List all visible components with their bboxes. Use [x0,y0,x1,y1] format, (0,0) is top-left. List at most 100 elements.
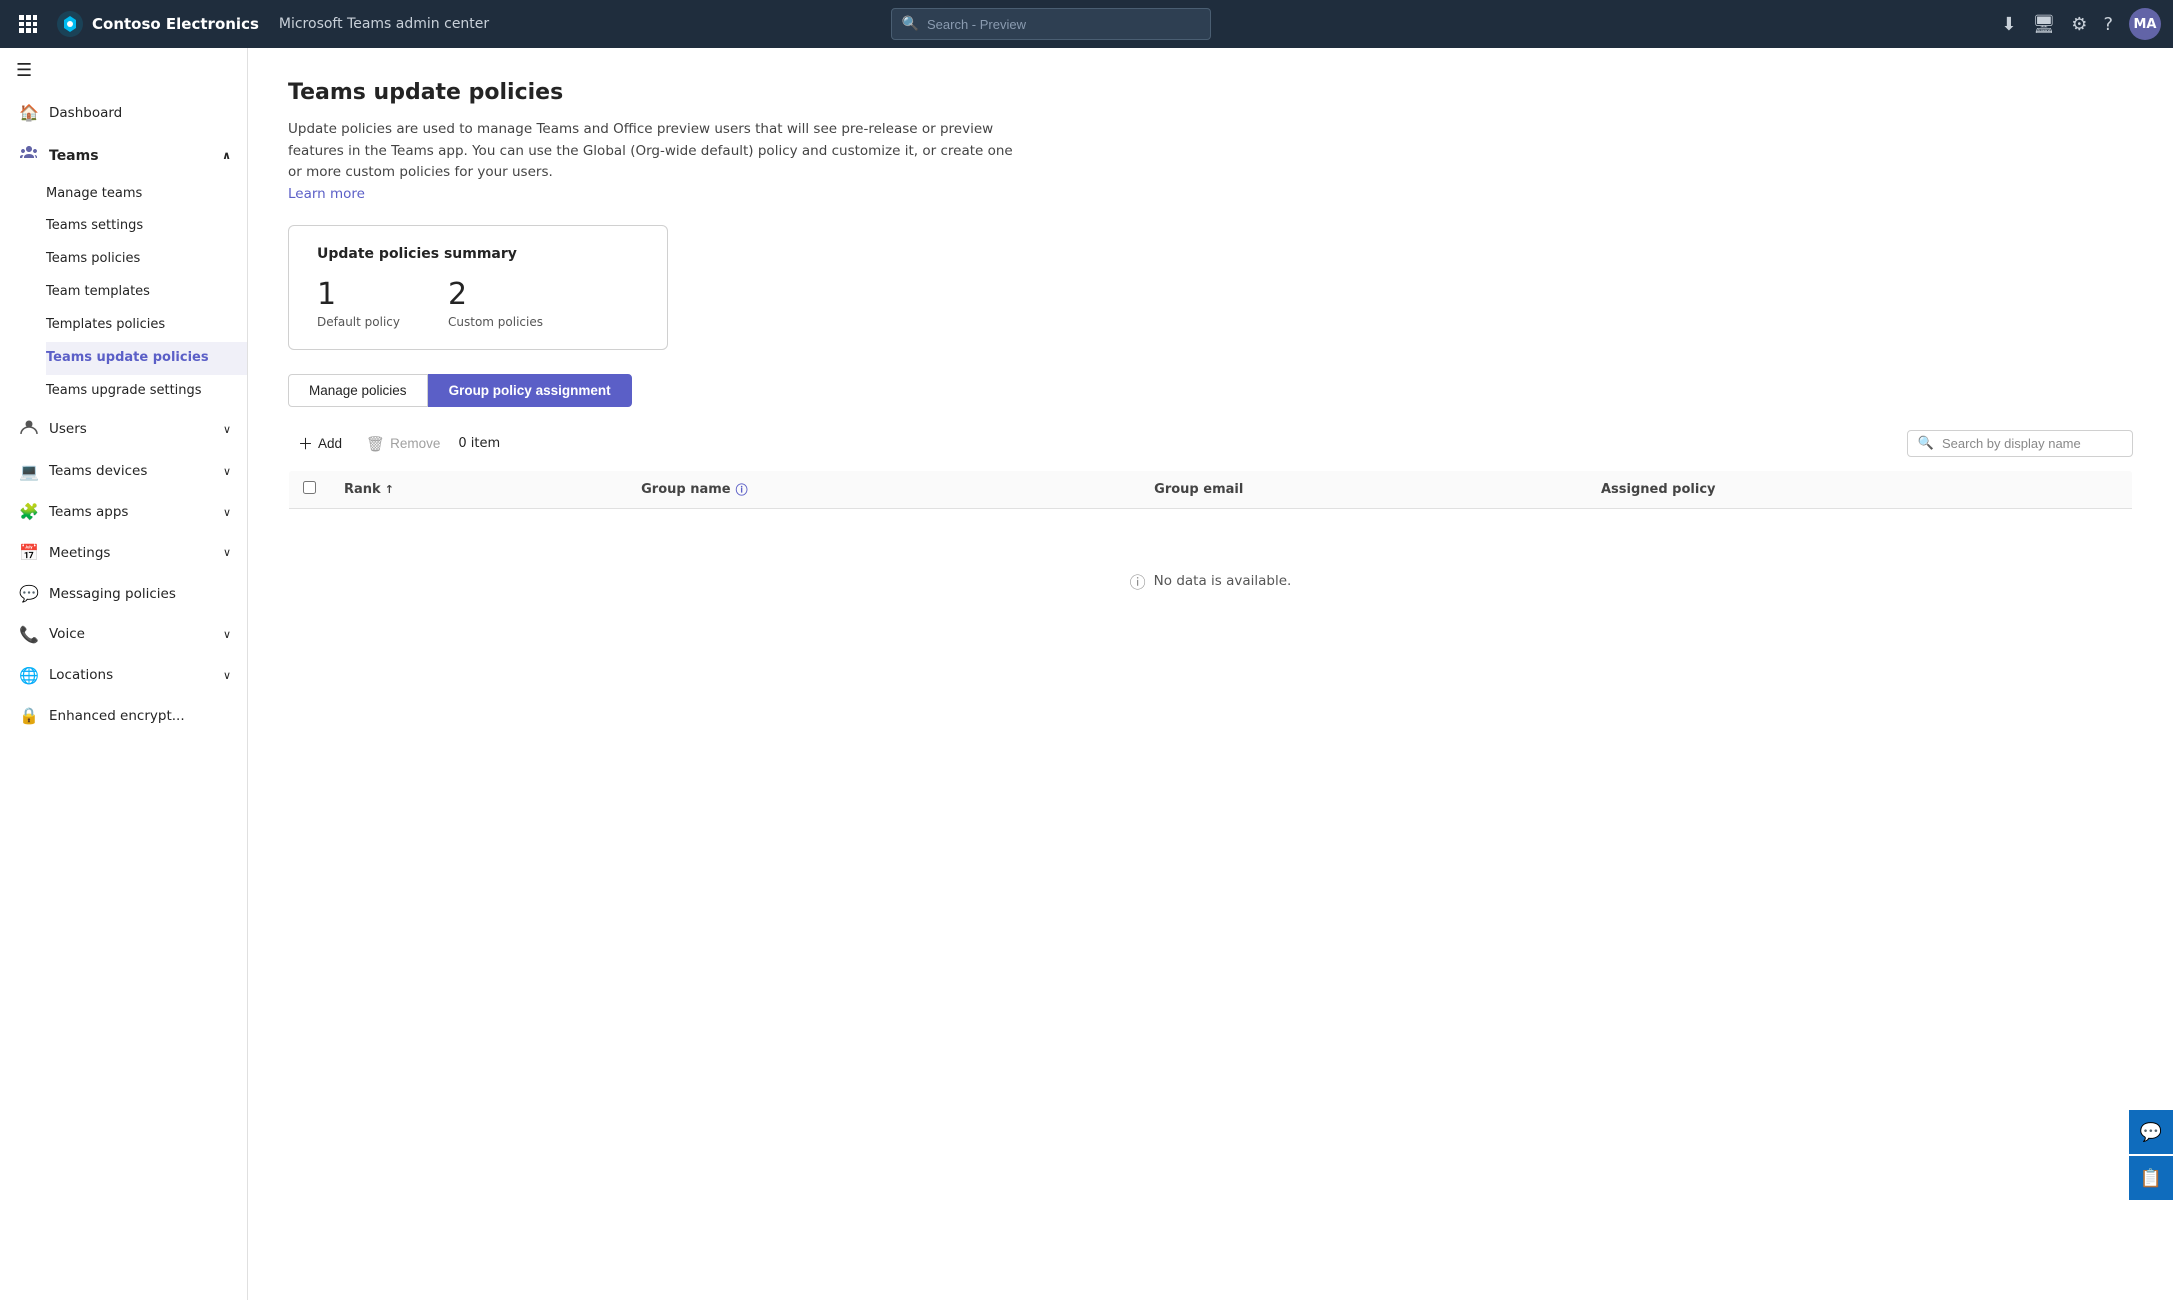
messaging-policies-label: Messaging policies [49,586,176,604]
help-icon[interactable]: ? [2103,14,2113,35]
th-group-name[interactable]: Group name ⓘ [627,471,1140,509]
download-icon[interactable]: ⬇ [2001,14,2016,35]
sidebar-item-teams-policies[interactable]: Teams policies [46,243,247,276]
waffle-menu[interactable] [12,8,44,40]
sort-rank-icon: ↑ [385,483,394,496]
teams-apps-chevron-icon: ∨ [223,506,231,520]
sidebar-item-messaging-policies[interactable]: 💬 Messaging policies [0,574,247,615]
table-search-input[interactable] [1942,436,2122,451]
team-templates-label: Team templates [46,284,150,301]
custom-policies-count: 2 [448,278,543,311]
remove-button[interactable]: 🗑 Remove [356,429,450,459]
voice-icon: 📞 [19,625,39,646]
meetings-chevron-icon: ∨ [223,546,231,560]
learn-more-link[interactable]: Learn more [288,186,365,202]
teams-devices-chevron-icon: ∨ [223,465,231,479]
templates-policies-label: Templates policies [46,317,165,334]
avatar[interactable]: MA [2129,8,2161,40]
teams-submenu: Manage teams Teams settings Teams polici… [0,178,247,408]
tab-group-policy-assignment[interactable]: Group policy assignment [428,374,632,407]
add-button[interactable]: ＋ Add [288,427,352,460]
locations-icon: 🌐 [19,666,39,687]
app-layout: ☰ 🏠 Dashboard Teams ∧ Manage teams Teams… [0,48,2173,1300]
no-data-message: No data is available. [1154,573,1292,589]
screen-icon[interactable]: 🖥 [2032,14,2055,35]
custom-policies-label: Custom policies [448,315,543,329]
sidebar-item-teams-apps[interactable]: 🧩 Teams apps ∨ [0,492,247,533]
sidebar-item-voice[interactable]: 📞 Voice ∨ [0,615,247,656]
sidebar: ☰ 🏠 Dashboard Teams ∧ Manage teams Teams… [0,48,248,1300]
teams-devices-icon: 💻 [19,462,39,483]
sidebar-item-locations[interactable]: 🌐 Locations ∨ [0,656,247,697]
sidebar-teams-label: Teams [49,147,99,165]
sidebar-item-teams[interactable]: Teams ∧ [0,134,247,178]
sidebar-item-teams-devices[interactable]: 💻 Teams devices ∨ [0,452,247,493]
sidebar-item-label: Dashboard [49,105,122,123]
manage-teams-label: Manage teams [46,186,142,203]
sidebar-item-meetings[interactable]: 📅 Meetings ∨ [0,533,247,574]
encrypt-icon: 🔒 [19,706,39,727]
page-title: Teams update policies [288,80,2133,105]
summary-card-title: Update policies summary [317,246,639,262]
th-checkbox [289,471,331,509]
users-chevron-icon: ∨ [223,423,231,437]
sidebar-item-users[interactable]: Users ∨ [0,408,247,452]
floating-buttons: 💬 📋 [2129,1110,2173,1200]
sidebar-item-templates-policies[interactable]: Templates policies [46,309,247,342]
chat-float-icon: 💬 [2140,1122,2162,1143]
summary-stats: 1 Default policy 2 Custom policies [317,278,639,329]
meetings-icon: 📅 [19,543,39,564]
page-description: Update policies are used to manage Teams… [288,119,1028,205]
sidebar-toggle[interactable]: ☰ [0,48,247,93]
feedback-float-button[interactable]: 📋 [2129,1156,2173,1200]
teams-apps-label: Teams apps [49,504,128,522]
select-all-checkbox[interactable] [303,481,316,494]
app-logo: Contoso Electronics [56,10,259,38]
teams-icon [19,144,39,168]
default-policy-count: 1 [317,278,400,311]
sidebar-item-teams-update-policies[interactable]: Teams update policies [46,342,247,375]
top-actions: ⬇ 🖥 ⚙ ? MA [2001,8,2161,40]
chat-float-button[interactable]: 💬 [2129,1110,2173,1154]
th-rank[interactable]: Rank ↑ [330,471,627,509]
trash-icon: 🗑 [366,435,385,453]
messaging-icon: 💬 [19,584,39,605]
th-group-email: Group email [1140,471,1587,509]
users-label: Users [49,421,87,439]
sidebar-item-dashboard[interactable]: 🏠 Dashboard [0,93,247,134]
dashboard-icon: 🏠 [19,103,39,124]
teams-devices-label: Teams devices [49,463,147,481]
app-name: Microsoft Teams admin center [279,16,489,32]
settings-icon[interactable]: ⚙ [2071,14,2087,35]
table-header-row: Rank ↑ Group name ⓘ Group email [289,471,2133,509]
sidebar-item-teams-settings[interactable]: Teams settings [46,210,247,243]
locations-chevron-icon: ∨ [223,669,231,683]
meetings-label: Meetings [49,545,110,563]
users-icon [19,418,39,442]
teams-update-policies-label: Teams update policies [46,350,209,367]
th-assigned-policy: Assigned policy [1587,471,2133,509]
sidebar-item-manage-teams[interactable]: Manage teams [46,178,247,211]
group-name-info-icon: ⓘ [736,481,748,498]
policy-table: Rank ↑ Group name ⓘ Group email [288,470,2133,654]
table-toolbar: ＋ Add 🗑 Remove 0 item 🔍 [288,427,2133,470]
table-search-box[interactable]: 🔍 [1907,430,2133,457]
stat-default-policy: 1 Default policy [317,278,400,329]
teams-upgrade-settings-label: Teams upgrade settings [46,383,202,400]
search-input[interactable] [927,17,1200,32]
search-icon: 🔍 [902,16,919,32]
no-data-cell: ⓘ No data is available. [289,509,2133,654]
sidebar-item-enhanced-encrypt[interactable]: 🔒 Enhanced encrypt... [0,696,247,737]
item-count: 0 item [458,436,500,451]
default-policy-label: Default policy [317,315,400,329]
teams-chevron-icon: ∧ [222,149,231,163]
global-search[interactable]: 🔍 [891,8,1211,40]
teams-apps-icon: 🧩 [19,502,39,523]
policy-tabs: Manage policies Group policy assignment [288,374,2133,407]
voice-chevron-icon: ∨ [223,628,231,642]
no-data-icon: ⓘ [1130,569,1146,593]
tab-manage-policies[interactable]: Manage policies [288,374,428,407]
main-content: Teams update policies Update policies ar… [248,48,2173,1300]
sidebar-item-teams-upgrade-settings[interactable]: Teams upgrade settings [46,375,247,408]
sidebar-item-team-templates[interactable]: Team templates [46,276,247,309]
